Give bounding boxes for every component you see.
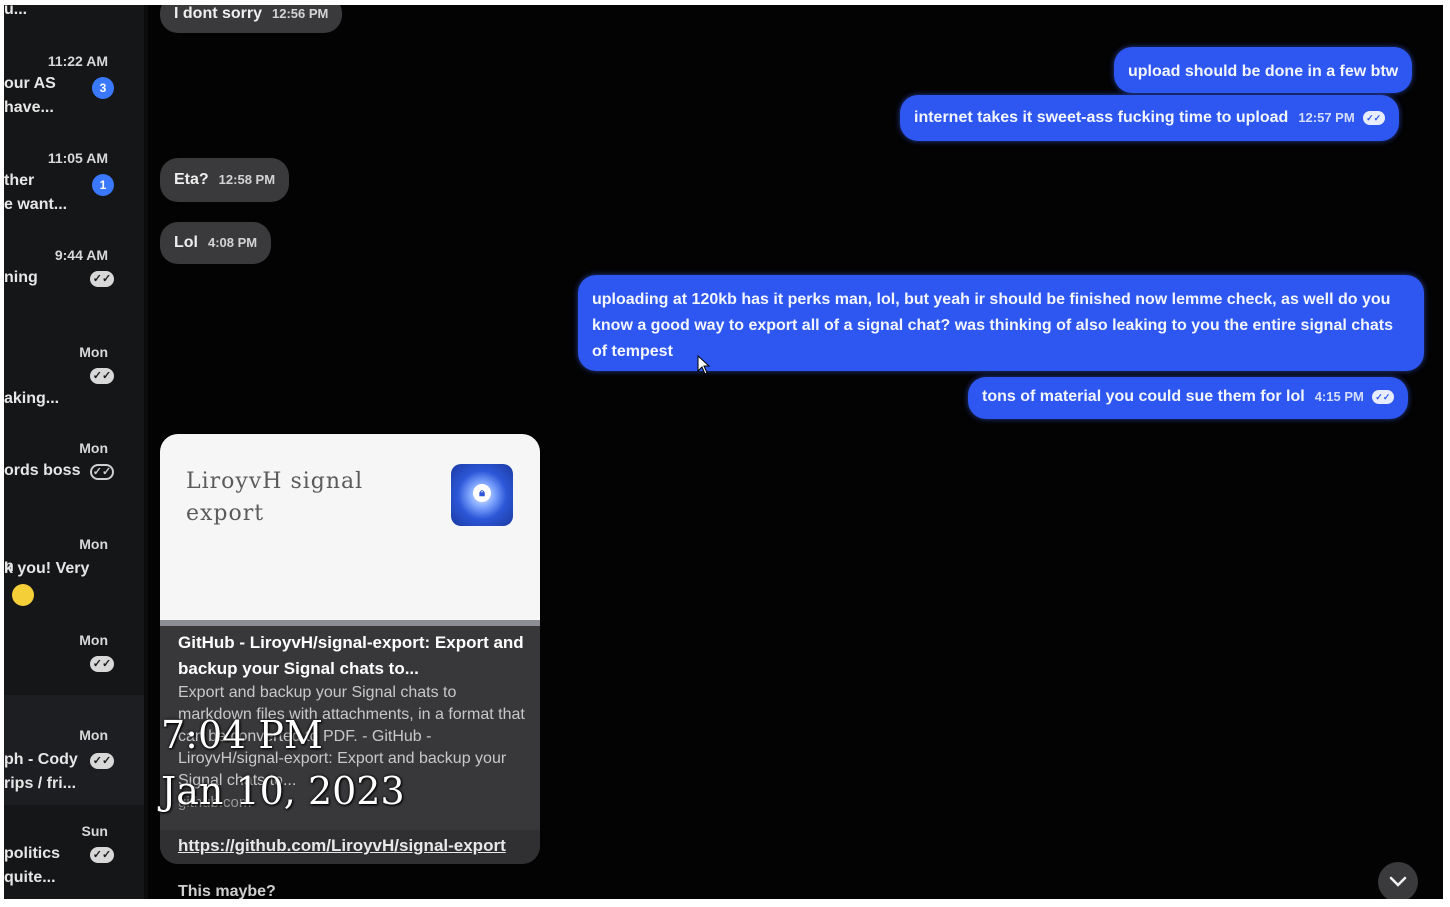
conversation-time: Mon <box>79 727 108 743</box>
conversation-preview: k you! Very <box>4 560 90 577</box>
conversation-fragment: u... <box>4 5 28 18</box>
scroll-to-bottom-button[interactable] <box>1378 862 1418 899</box>
conversation-time: 11:05 AM <box>47 150 108 166</box>
message-time: 4:08 PM <box>208 235 258 250</box>
chevron-down-icon <box>1389 876 1407 887</box>
unread-badge: 1 <box>92 174 114 196</box>
conversation-item[interactable]: 11:22 AM our AS have... 3 <box>4 53 144 149</box>
conversation-time: Sun <box>81 823 108 839</box>
conversation-preview: quite... <box>4 869 56 886</box>
message-time: 12:58 PM <box>218 172 276 187</box>
double-check-icon: ✓✓ <box>90 753 114 769</box>
conversation-preview: ning <box>4 269 38 286</box>
conversation-preview: ords boss <box>4 462 81 479</box>
double-check-icon: ✓✓ <box>1371 389 1394 404</box>
conversation-item[interactable]: Sun politics quite... ✓✓ <box>4 823 144 899</box>
conversation-time: Mon <box>79 632 108 648</box>
conversation-item[interactable]: 11:05 AM ther e want... 1 <box>4 150 144 246</box>
double-check-icon: ✓✓ <box>90 656 114 672</box>
emoji-icon <box>12 584 34 606</box>
conversation-item-selected[interactable]: Mon ph - Cody rips / fri... ✓✓ <box>4 695 144 805</box>
link-preview-image-title: LiroyvH signal export <box>186 469 364 526</box>
conversation-preview: rips / fri... <box>4 775 77 792</box>
message-text: uploading at 120kb has it perks man, lol… <box>592 291 1394 360</box>
double-check-icon: ✓✓ <box>90 271 114 287</box>
conversation-preview: have... <box>4 99 54 116</box>
conversation-time: 11:22 AM <box>47 53 108 69</box>
double-check-icon: ✓✓ <box>90 368 114 384</box>
incoming-message[interactable]: I dont sorry 12:56 PM <box>160 5 343 33</box>
link-preview-url[interactable]: https://github.com/LiroyvH/signal-export <box>178 836 506 856</box>
double-check-icon: ✓✓ <box>90 464 114 480</box>
link-preview-divider <box>160 620 540 626</box>
sidebar-divider <box>144 5 148 899</box>
conversation-preview: ther <box>4 172 35 189</box>
incoming-message[interactable]: Lol 4:08 PM <box>160 222 272 264</box>
mouse-cursor-icon <box>697 354 711 380</box>
message-text: This maybe? <box>178 883 276 899</box>
overlay-time: 7:04 PM <box>161 713 323 757</box>
message-text: Lol <box>174 234 198 251</box>
conversation-preview: politics <box>4 845 61 862</box>
message-text: Eta? <box>174 171 209 188</box>
link-preview-title: GitHub - LiroyvH/signal-export: Export a… <box>178 633 524 678</box>
overlay-date: Jan 10, 2023 <box>161 769 405 813</box>
incoming-message[interactable]: Eta? 12:58 PM <box>160 158 290 202</box>
conversation-preview: ph - Cody <box>4 751 78 768</box>
message-text: I dont sorry <box>174 5 263 22</box>
app-window: u... 11:22 AM our AS have... 3 11:05 AM … <box>4 5 1443 899</box>
message-text: tons of material you could sue them for … <box>982 388 1305 405</box>
conversation-item[interactable]: 9:44 AM ning ✓✓ <box>4 247 144 343</box>
conversation-preview: our AS <box>4 75 56 92</box>
conversation-item[interactable]: Mon ords boss ✓✓ <box>4 440 144 536</box>
conversation-item[interactable]: Mon n k you! Very <box>4 536 144 632</box>
link-preview-image[interactable]: LiroyvH signal export 🔒︎ <box>160 434 540 622</box>
conversation-time: Mon <box>79 344 108 360</box>
outgoing-message[interactable]: internet takes it sweet-ass fucking time… <box>900 95 1399 141</box>
message-time: 4:15 PM <box>1314 389 1364 404</box>
outgoing-message[interactable]: tons of material you could sue them for … <box>968 377 1408 419</box>
message-text: upload should be done in a few btw <box>1128 63 1399 80</box>
double-check-icon: ✓✓ <box>1362 110 1385 125</box>
conversation-time: Mon <box>79 536 108 552</box>
conversation-time: Mon <box>79 440 108 456</box>
lock-icon: 🔒︎ <box>473 484 491 502</box>
unread-badge: 3 <box>92 77 114 99</box>
conversation-preview: e want... <box>4 196 68 213</box>
conversation-preview: aking... <box>4 390 60 407</box>
message-text: internet takes it sweet-ass fucking time… <box>914 109 1289 126</box>
message-time: 12:56 PM <box>272 6 329 21</box>
double-check-icon: ✓✓ <box>90 847 114 863</box>
conversation-item[interactable]: Mon ✓✓ aking... <box>4 344 144 440</box>
conversation-list[interactable]: u... 11:22 AM our AS have... 3 11:05 AM … <box>4 5 144 899</box>
message-time: 12:57 PM <box>1298 110 1355 125</box>
conversation-time: 9:44 AM <box>54 247 108 263</box>
repository-logo-icon: 🔒︎ <box>451 464 513 526</box>
outgoing-message[interactable]: upload should be done in a few btw <box>1114 47 1413 93</box>
